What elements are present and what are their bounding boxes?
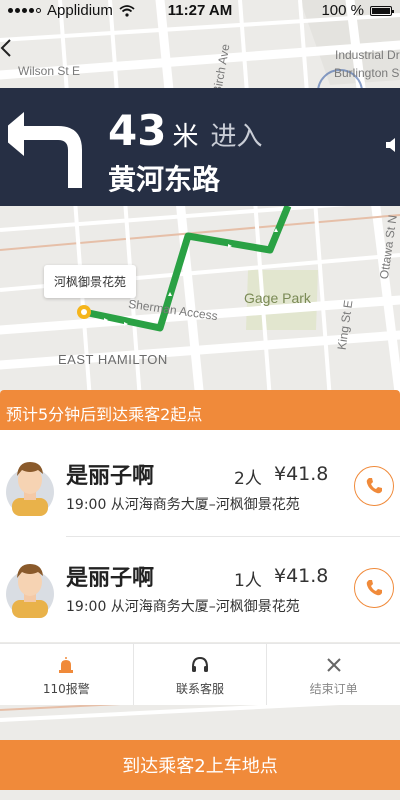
eta-banner: 预计5分钟后到达乘客2起点 [0,390,400,430]
emergency-call-button[interactable]: 110报警 [0,644,133,705]
battery-icon [370,5,394,16]
passenger-row[interactable]: 是丽子啊 1人 ¥41.8 19:00 从河海商务大厦–河枫御景花苑 [0,536,400,642]
map-park-label: Gage Park [244,290,311,306]
avatar [6,462,54,516]
action-label: 联系客服 [176,682,225,696]
navigation-banner: 43 米 进入 黄河东路 [0,88,400,206]
distance-unit: 米 [172,122,199,152]
arrive-pickup-button[interactable]: 到达乘客2上车地点 [0,740,400,790]
map-street-label: Industrial Dr [335,48,400,62]
turn-left-icon [8,112,82,188]
distance-value: 43 [108,106,167,155]
status-bar: Applidium 11:27 AM 100 % [0,0,400,22]
alarm-icon [59,657,74,673]
fare-price: ¥41.8 [274,565,329,587]
phone-icon [366,478,382,494]
close-icon [326,658,341,672]
action-label: 110报警 [42,682,90,696]
action-bar: 110报警 联系客服 结束订单 [0,643,400,705]
call-passenger-button[interactable] [354,568,394,608]
trip-route: 19:00 从河海商务大厦–河枫御景花苑 [66,497,300,513]
road-name: 黄河东路 [108,163,221,196]
passenger-count: 2人 [234,469,262,489]
volume-icon[interactable] [386,138,398,152]
pickup-pin-label: 河枫御景花苑 [44,265,137,298]
turn-distance: 43 米 进入 [108,106,262,155]
passenger-count: 1人 [234,571,262,591]
phone-icon [366,580,382,596]
avatar [6,564,54,618]
action-label: 结束订单 [309,682,358,696]
passenger-name: 是丽子啊 [66,464,155,489]
passenger-name: 是丽子啊 [66,566,155,591]
trip-route: 19:00 从河海商务大厦–河枫御景花苑 [66,599,300,615]
end-order-button[interactable]: 结束订单 [266,644,400,705]
map-neighborhood-label: EAST HAMILTON [58,352,168,367]
contact-support-button[interactable]: 联系客服 [132,644,267,705]
passenger-list: 是丽子啊 2人 ¥41.8 19:00 从河海商务大厦–河枫御景花苑 是丽子啊 … [0,430,400,642]
headset-icon [192,656,208,672]
back-arrow-icon[interactable] [0,38,14,58]
turn-action: 进入 [210,122,263,152]
map-street-label: Wilson St E [18,64,81,78]
map-street-label: Burlington St E [334,66,400,80]
passenger-row[interactable]: 是丽子啊 2人 ¥41.8 19:00 从河海商务大厦–河枫御景花苑 [0,430,400,537]
battery-percent: 100 % [321,2,364,19]
call-passenger-button[interactable] [354,466,394,506]
fare-price: ¥41.8 [274,463,329,485]
